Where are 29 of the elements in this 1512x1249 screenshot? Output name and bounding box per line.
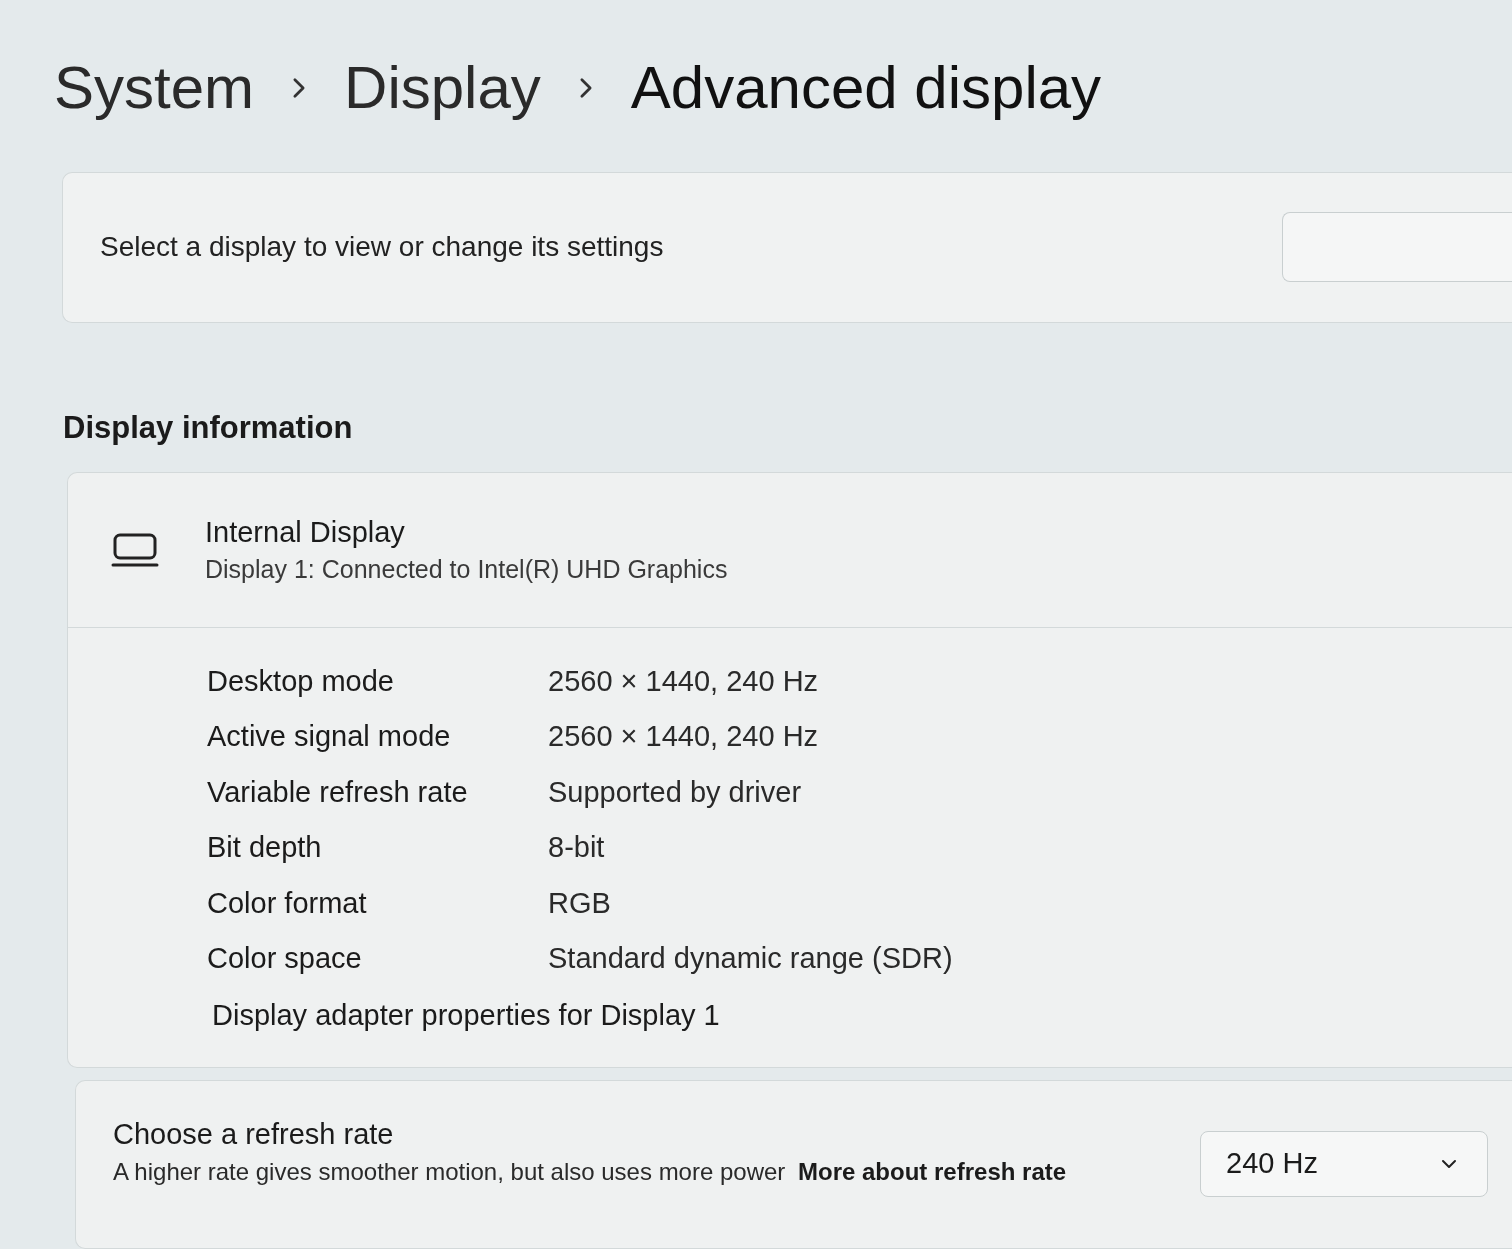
page-title: Advanced display <box>630 53 1102 124</box>
property-label: Bit depth <box>207 830 323 866</box>
display-select-field[interactable] <box>1282 212 1512 283</box>
refresh-rate-dropdown[interactable]: 240 Hz <box>1200 1130 1488 1197</box>
property-value: 2560 × 1440, 240 Hz <box>548 663 819 699</box>
laptop-icon <box>111 532 159 567</box>
refresh-rate-link[interactable]: More about refresh rate <box>798 1157 1067 1185</box>
chevron-down-icon <box>1441 1158 1457 1169</box>
property-label: Variable refresh rate <box>207 774 469 810</box>
property-value: 2560 × 1440, 240 Hz <box>548 719 819 755</box>
breadcrumb-link[interactable]: System <box>54 52 255 125</box>
section-heading: Display information <box>63 410 353 446</box>
property-value: RGB <box>548 885 611 921</box>
chevron-right-icon <box>292 77 307 100</box>
breadcrumb-link[interactable]: Display <box>344 52 541 125</box>
refresh-rate-description: A higher rate gives smoother motion, but also uses more power More about refresh rate <box>113 1156 1068 1187</box>
adapter-properties-link[interactable]: Display adapter properties for Display 1 <box>212 994 720 1038</box>
display-select-label: Select a display to view or change its settings <box>100 230 664 265</box>
chevron-right-icon <box>578 77 593 100</box>
display-name: Internal Display <box>205 514 406 550</box>
property-value: Supported by driver <box>548 774 802 810</box>
display-detail: Display 1: Connected to Intel(R) UHD Graphics <box>205 553 728 585</box>
property-label: Desktop mode <box>207 663 395 699</box>
property-label: Color format <box>207 885 368 921</box>
property-value: Standard dynamic range (SDR) <box>548 941 953 977</box>
property-label: Color space <box>207 941 363 977</box>
property-label: Active signal mode <box>207 719 452 755</box>
refresh-rate-title: Choose a refresh rate <box>113 1116 395 1152</box>
property-value: 8-bit <box>548 830 605 866</box>
